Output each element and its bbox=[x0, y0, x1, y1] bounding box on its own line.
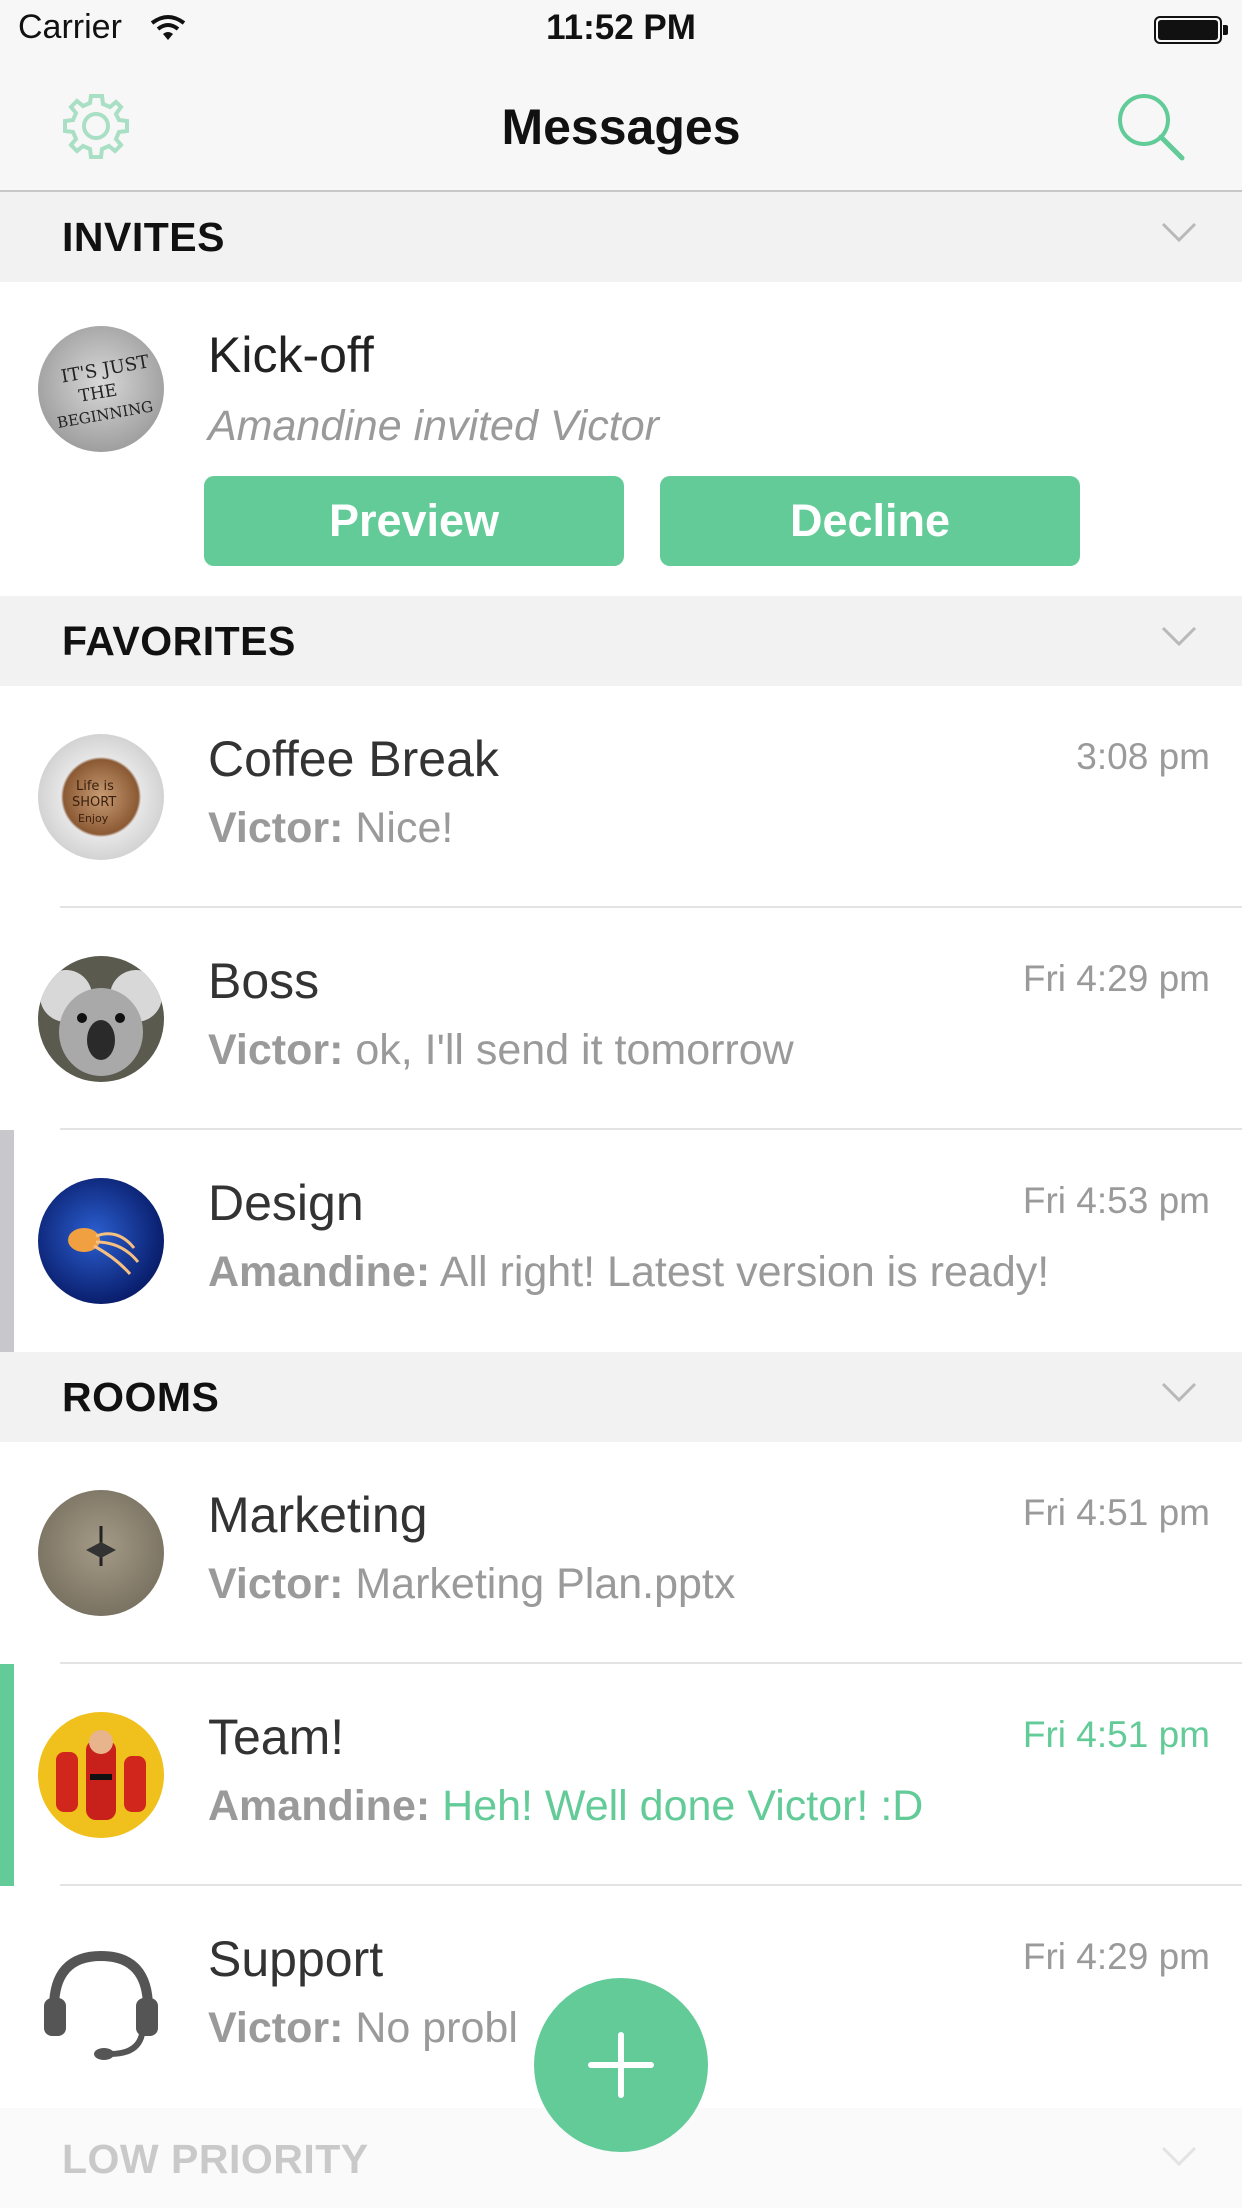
message-text: ok, I'll send it tomorrow bbox=[343, 1026, 794, 1074]
message-sender: Victor: bbox=[208, 2004, 344, 2052]
room-last-message: Victor: ok, I'll send it tomorrow bbox=[208, 1026, 794, 1075]
svg-text:BEGINNING: BEGINNING bbox=[56, 397, 155, 432]
room-row-team[interactable]: Team! Fri 4:51 pm Amandine: Heh! Well do… bbox=[0, 1664, 1242, 1886]
room-time: Fri 4:29 pm bbox=[1022, 1936, 1210, 1977]
chevron-down-icon bbox=[1161, 626, 1197, 647]
message-text: Heh! Well done Victor! :D bbox=[430, 1782, 924, 1830]
status-bar: Carrier 11:52 PM bbox=[0, 0, 1242, 62]
section-title: FAVORITES bbox=[62, 618, 296, 664]
avatar-image bbox=[56, 1730, 146, 1820]
preview-button[interactable]: Preview bbox=[204, 476, 624, 566]
create-room-button[interactable] bbox=[534, 1978, 708, 2152]
svg-text:Life is: Life is bbox=[76, 779, 114, 794]
avatar: IT'S JUST THE BEGINNING bbox=[38, 326, 164, 452]
search-icon[interactable] bbox=[1112, 88, 1188, 164]
section-title: ROOMS bbox=[62, 1374, 220, 1420]
avatar bbox=[38, 1712, 164, 1838]
room-time: Fri 4:51 pm bbox=[1022, 1714, 1210, 1755]
message-text: All right! Latest version is ready! bbox=[430, 1248, 1050, 1296]
room-row-coffee-break[interactable]: Life is SHORT Enjoy Coffee Break 3:08 pm… bbox=[0, 686, 1242, 908]
room-time: 3:08 pm bbox=[1076, 736, 1210, 777]
message-text: Nice! bbox=[343, 804, 454, 852]
svg-text:SHORT: SHORT bbox=[72, 795, 116, 810]
room-row-marketing[interactable]: Marketing Fri 4:51 pm Victor: Marketing … bbox=[0, 1442, 1242, 1664]
invite-room-name: Kick-off bbox=[208, 327, 374, 383]
section-header-favorites[interactable]: FAVORITES bbox=[0, 596, 1242, 686]
unread-marker bbox=[0, 1130, 14, 1352]
avatar-image: Life is SHORT Enjoy bbox=[72, 779, 116, 825]
page-title: Messages bbox=[501, 99, 741, 155]
decline-button[interactable]: Decline bbox=[660, 476, 1080, 566]
avatar-image bbox=[40, 970, 162, 1076]
room-last-message: Victor: No probl bbox=[208, 2004, 518, 2053]
status-time: 11:52 PM bbox=[546, 8, 696, 47]
message-sender: Amandine: bbox=[208, 1782, 431, 1830]
room-last-message: Amandine: Heh! Well done Victor! :D bbox=[208, 1782, 923, 1831]
unread-marker bbox=[0, 1664, 14, 1886]
message-sender: Victor: bbox=[208, 1026, 344, 1074]
battery-icon bbox=[1154, 16, 1228, 44]
avatar bbox=[38, 1178, 164, 1304]
chevron-down-icon bbox=[1161, 1382, 1197, 1403]
room-row-design[interactable]: Design Fri 4:53 pm Amandine: All right! … bbox=[0, 1130, 1242, 1352]
svg-text:Enjoy: Enjoy bbox=[78, 812, 109, 825]
room-last-message: Victor: Marketing Plan.pptx bbox=[208, 1560, 735, 1609]
room-time: Fri 4:51 pm bbox=[1022, 1492, 1210, 1533]
room-time: Fri 4:29 pm bbox=[1022, 958, 1210, 999]
section-header-rooms[interactable]: ROOMS bbox=[0, 1352, 1242, 1442]
room-last-message: Victor: Nice! bbox=[208, 804, 453, 853]
room-name: Support bbox=[208, 1931, 384, 1987]
section-title: INVITES bbox=[62, 214, 225, 260]
message-text: No probl bbox=[343, 2004, 518, 2052]
room-name: Team! bbox=[208, 1709, 345, 1765]
message-sender: Amandine: bbox=[208, 1248, 431, 1296]
headset-icon bbox=[38, 1934, 164, 2060]
room-name: Marketing bbox=[208, 1487, 428, 1543]
message-sender: Victor: bbox=[208, 1560, 344, 1608]
message-sender: Victor: bbox=[208, 804, 344, 852]
room-last-message: Amandine: All right! Latest version is r… bbox=[208, 1248, 1049, 1297]
plus-icon bbox=[588, 2032, 654, 2098]
message-text: Marketing Plan.pptx bbox=[343, 1560, 736, 1608]
section-title: LOW PRIORITY bbox=[62, 2136, 369, 2182]
avatar bbox=[38, 1490, 164, 1616]
avatar: Life is SHORT Enjoy bbox=[38, 734, 164, 860]
chevron-down-icon bbox=[1161, 2146, 1197, 2167]
avatar-image bbox=[86, 1526, 116, 1566]
nav-bar: Messages bbox=[0, 62, 1242, 192]
avatar-image bbox=[68, 1228, 140, 1275]
chevron-down-icon bbox=[1161, 222, 1197, 243]
room-name: Boss bbox=[208, 953, 320, 1009]
section-header-invites[interactable]: INVITES bbox=[0, 192, 1242, 282]
avatar-image: IT'S JUST THE BEGINNING bbox=[56, 351, 155, 432]
room-name: Coffee Break bbox=[208, 731, 499, 787]
room-name: Design bbox=[208, 1175, 364, 1231]
invite-subtitle: Amandine invited Victor bbox=[208, 402, 659, 450]
avatar bbox=[38, 956, 164, 1082]
room-time: Fri 4:53 pm bbox=[1022, 1180, 1210, 1221]
room-row-boss[interactable]: Boss Fri 4:29 pm Victor: ok, I'll send i… bbox=[0, 908, 1242, 1130]
svg-text:THE: THE bbox=[77, 380, 118, 406]
